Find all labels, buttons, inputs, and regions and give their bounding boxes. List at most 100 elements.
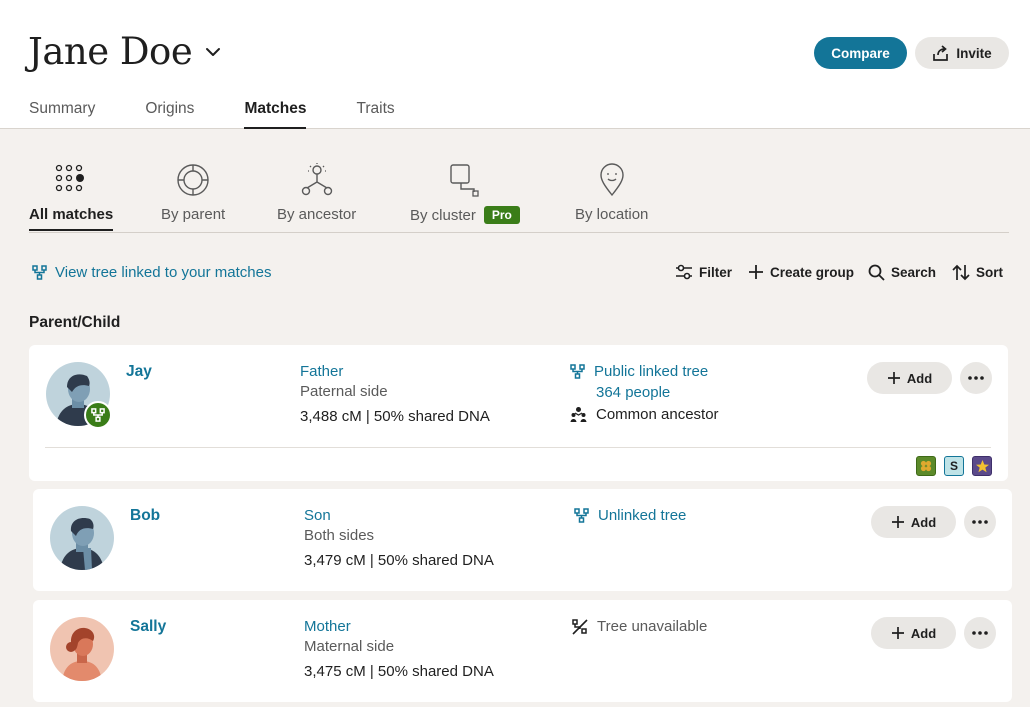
section-title: Parent/Child <box>29 314 121 331</box>
more-dots-icon <box>968 376 984 380</box>
main-tabs: Summary Origins Matches Traits <box>29 100 445 129</box>
subtab-label: By parent <box>161 206 226 223</box>
invite-button[interactable]: Invite <box>915 37 1009 69</box>
page-title[interactable]: Jane Doe <box>28 30 222 73</box>
subtab-by-cluster[interactable]: By cluster Pro <box>410 160 520 224</box>
add-label: Add <box>906 370 933 386</box>
match-card[interactable]: Jay Father Paternal side 3,488 cM | 50% … <box>29 345 1008 481</box>
s-tag[interactable]: S <box>944 456 964 476</box>
view-linked-tree-link[interactable]: View tree linked to your matches <box>32 264 272 281</box>
card-divider <box>45 447 991 448</box>
more-dots-icon <box>972 520 988 524</box>
profile-name: Jane Doe <box>28 30 193 73</box>
male-avatar-icon <box>60 518 104 570</box>
tree-label: Unlinked tree <box>598 507 687 524</box>
subtab-label: By ancestor <box>277 206 357 223</box>
match-name[interactable]: Bob <box>130 507 160 525</box>
tab-origins[interactable]: Origins <box>145 100 194 129</box>
subtab-by-ancestor[interactable]: By ancestor <box>277 160 356 223</box>
common-ancestor-label: Common ancestor <box>596 406 719 423</box>
ancestor-tree-icon <box>301 163 332 196</box>
create-group-button[interactable]: Create group <box>748 264 854 280</box>
match-relationship[interactable]: Mother <box>304 618 351 635</box>
add-button[interactable]: Add <box>871 617 956 649</box>
subtab-label: By location <box>575 206 649 223</box>
filter-icon <box>676 264 692 280</box>
tree-icon <box>574 508 589 523</box>
more-options-button[interactable] <box>964 617 996 649</box>
female-avatar-icon <box>62 627 102 681</box>
sort-label: Sort <box>976 265 1003 280</box>
match-shared-dna: 3,488 cM | 50% shared DNA <box>300 408 490 425</box>
common-ancestor-icon <box>570 407 587 422</box>
add-label: Add <box>910 514 937 530</box>
share-icon <box>933 44 949 61</box>
tree-label: Tree unavailable <box>597 618 708 635</box>
subtab-by-location[interactable]: By location <box>575 160 648 223</box>
compare-button[interactable]: Compare <box>814 37 907 69</box>
tab-traits[interactable]: Traits <box>356 100 394 129</box>
pro-badge: Pro <box>483 206 520 224</box>
location-pin-icon <box>599 163 624 197</box>
subtab-label: All matches <box>29 206 114 223</box>
filter-label: Filter <box>699 264 733 280</box>
match-card[interactable]: Sally Mother Maternal side 3,475 cM | 50… <box>33 600 1012 702</box>
match-name[interactable]: Sally <box>130 618 166 636</box>
match-shared-dna: 3,475 cM | 50% shared DNA <box>304 663 494 680</box>
plus-icon <box>887 372 900 384</box>
tree-icon <box>91 408 105 422</box>
match-side: Paternal side <box>300 383 388 400</box>
add-label: Add <box>910 625 937 641</box>
linked-tree-badge <box>84 401 112 429</box>
tree-icon <box>570 364 585 379</box>
plus-icon <box>749 265 763 279</box>
match-side: Both sides <box>304 527 375 544</box>
more-dots-icon <box>972 631 988 635</box>
sort-icon <box>952 264 970 281</box>
tab-summary[interactable]: Summary <box>29 100 95 129</box>
avatar <box>50 617 114 681</box>
match-relationship[interactable]: Father <box>300 363 343 380</box>
tree-label: Public linked tree <box>594 363 709 380</box>
search-button[interactable]: Search <box>868 264 936 281</box>
filter-button[interactable]: Filter <box>675 264 732 280</box>
search-icon <box>868 264 885 281</box>
more-options-button[interactable] <box>964 506 996 538</box>
subtab-all-matches[interactable]: All matches <box>29 160 114 231</box>
match-side: Maternal side <box>304 638 395 655</box>
match-card[interactable]: Bob Son Both sides 3,479 cM | 50% shared… <box>33 489 1012 591</box>
match-shared-dna: 3,479 cM | 50% shared DNA <box>304 552 494 569</box>
search-label: Search <box>891 265 937 280</box>
all-matches-icon <box>55 164 85 192</box>
subtab-by-parent[interactable]: By parent <box>161 160 225 223</box>
create-group-label: Create group <box>770 264 855 280</box>
match-view-tabs: All matches By parent By ancestor By clu… <box>29 160 1009 233</box>
sort-button[interactable]: Sort <box>952 264 1003 281</box>
page-header: Jane Doe Compare Invite Summary Origins … <box>0 0 1030 129</box>
parent-circle-icon <box>177 164 209 196</box>
unlinked-tree-link[interactable]: Unlinked tree <box>574 507 686 524</box>
public-tree-link[interactable]: Public linked tree <box>570 363 708 380</box>
match-toolbar: View tree linked to your matches Filter … <box>0 262 1030 284</box>
invite-label: Invite <box>956 45 992 61</box>
match-name[interactable]: Jay <box>126 363 152 381</box>
chevron-down-icon <box>206 47 221 56</box>
star-tag-icon[interactable] <box>972 456 992 476</box>
tree-unavailable-icon <box>572 618 588 635</box>
more-options-button[interactable] <box>960 362 992 394</box>
tree-unavailable: Tree unavailable <box>572 618 707 635</box>
tree-people-count[interactable]: 364 people <box>596 384 670 401</box>
add-button[interactable]: Add <box>871 506 956 538</box>
tab-matches[interactable]: Matches <box>244 100 307 129</box>
tree-link-label: View tree linked to your matches <box>55 264 272 281</box>
common-ancestor-row: Common ancestor <box>570 406 719 423</box>
plus-icon <box>891 627 904 639</box>
clover-tag-icon[interactable] <box>916 456 936 476</box>
add-button[interactable]: Add <box>867 362 952 394</box>
tree-icon <box>32 265 47 280</box>
match-relationship[interactable]: Son <box>304 507 331 524</box>
subtab-label-group: By cluster Pro <box>410 206 520 224</box>
avatar <box>50 506 114 570</box>
cluster-icon <box>450 164 479 197</box>
subtab-label: By cluster <box>410 206 476 224</box>
